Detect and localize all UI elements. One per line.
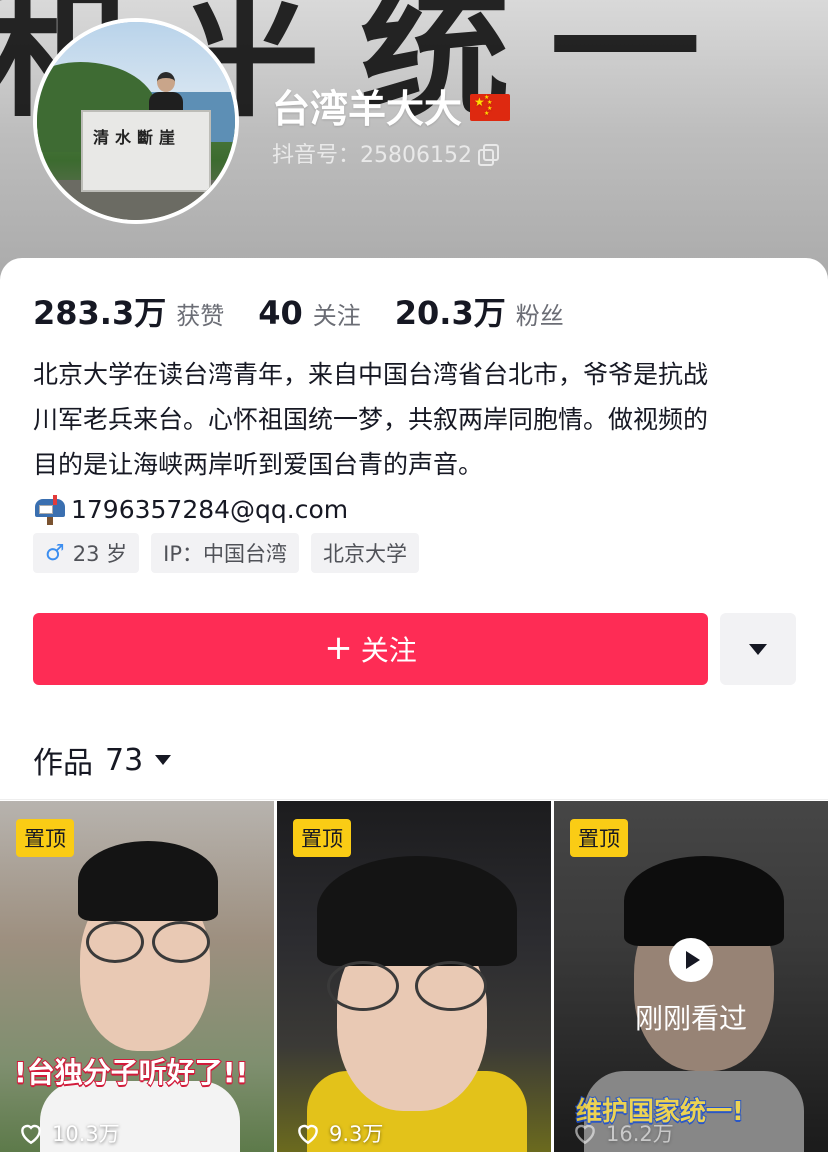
bio-line: 北京大学在读台湾青年，来自中国台湾省台北市，爷爷是抗战 <box>33 360 709 389</box>
tag-ip-text: IP：中国台湾 <box>163 542 287 566</box>
douyin-id: 抖音号：25806152 <box>272 137 499 169</box>
tag-school[interactable]: 北京大学 <box>311 533 419 573</box>
tag-ip: IP：中国台湾 <box>151 533 299 573</box>
video-likes-count: 16.2万 <box>606 1122 674 1146</box>
tag-school-text: 北京大学 <box>323 542 407 566</box>
stat-likes[interactable]: 283.3万 获赞 <box>33 288 224 334</box>
bio-line: 目的是让海峡两岸听到爱国台青的声音。 <box>33 450 484 479</box>
pinned-badge: 置顶 <box>570 819 628 857</box>
video-tile[interactable]: 置顶 !台独分子听好了!! 10.3万 <box>0 801 274 1152</box>
video-likes: 16.2万 <box>572 1118 674 1148</box>
more-options-button[interactable] <box>720 613 796 685</box>
copy-icon[interactable] <box>477 144 499 166</box>
stat-following-value: 40 <box>258 294 303 332</box>
video-tile[interactable]: 置顶 刚刚看过 维护国家统一! 16.2万 <box>554 801 828 1152</box>
video-tile[interactable]: 置顶 9.3万 <box>277 801 551 1152</box>
stat-followers-value: 20.3万 <box>394 294 506 332</box>
stat-likes-label: 获赞 <box>176 302 225 330</box>
avatar-stone: 清水斷崖 <box>81 110 211 192</box>
pinned-badge: 置顶 <box>16 819 74 857</box>
stat-followers-label: 粉丝 <box>515 302 564 330</box>
video-likes-count: 10.3万 <box>52 1122 120 1146</box>
video-grid: 置顶 !台独分子听好了!! 10.3万 置顶 9.3万 置顶 刚刚看过 维护国家… <box>0 801 828 1152</box>
stat-likes-value: 283.3万 <box>33 294 167 332</box>
stat-followers[interactable]: 20.3万 粉丝 <box>395 288 564 334</box>
works-tab[interactable]: 作品 73 <box>33 738 172 782</box>
follow-button-label: 关注 <box>360 634 417 667</box>
mailbox-icon <box>33 494 67 525</box>
stat-following[interactable]: 40 关注 <box>258 294 361 332</box>
stat-following-label: 关注 <box>312 302 361 330</box>
works-count: 73 <box>105 742 144 778</box>
profile-bio: 北京大学在读台湾青年，来自中国台湾省台北市，爷爷是抗战 川军老兵来台。心怀祖国统… <box>33 352 803 532</box>
profile-tags: ♂ 23 岁 IP：中国台湾 北京大学 <box>33 533 419 573</box>
bio-line: 川军老兵来台。心怀祖国统一梦，共叙两岸同胞情。做视频的 <box>33 405 709 434</box>
avatar-stone-text: 清水斷崖 <box>93 128 182 147</box>
tag-age: ♂ 23 岁 <box>33 533 140 573</box>
tag-age-text: 23 岁 <box>72 542 128 566</box>
video-thumbnail-cap <box>78 841 218 921</box>
china-flag-icon: ★ ★ ★ ★ ★ <box>470 94 511 121</box>
video-thumbnail-glasses <box>327 961 399 1011</box>
video-thumbnail-glasses <box>415 961 487 1011</box>
nickname-text: 台湾羊大大 <box>272 87 463 131</box>
caret-down-icon <box>749 643 767 655</box>
video-thumbnail-glasses <box>86 921 144 963</box>
divider <box>0 799 828 800</box>
watched-label: 刚刚看过 <box>634 1002 747 1035</box>
play-icon[interactable] <box>669 938 713 982</box>
heart-icon <box>575 1124 595 1145</box>
works-dropdown-icon <box>155 755 172 765</box>
profile-nickname: 台湾羊大大 ★ ★ ★ ★ ★ <box>272 78 511 133</box>
video-thumbnail-glasses <box>152 921 210 963</box>
douyin-id-text: 抖音号：25806152 <box>272 143 472 168</box>
video-likes: 10.3万 <box>18 1118 120 1148</box>
bio-email-line: 1796357284@qq.com <box>33 487 803 532</box>
works-label: 作品 <box>33 746 93 781</box>
heart-icon <box>21 1124 41 1145</box>
pinned-badge: 置顶 <box>293 819 351 857</box>
heart-icon <box>298 1124 318 1145</box>
video-caption: !台独分子听好了!! <box>13 1055 249 1090</box>
follow-button[interactable]: + 关注 <box>33 613 708 685</box>
video-likes: 9.3万 <box>295 1118 383 1148</box>
bio-email: 1796357284@qq.com <box>71 495 349 524</box>
video-likes-count: 9.3万 <box>329 1122 384 1146</box>
video-thumbnail-cap <box>317 856 517 966</box>
male-icon: ♂ <box>45 540 65 566</box>
profile-stats: 283.3万 获赞 40 关注 20.3万 粉丝 <box>33 288 598 334</box>
plus-icon: + <box>324 628 353 668</box>
avatar[interactable]: 清水斷崖 <box>33 18 239 224</box>
